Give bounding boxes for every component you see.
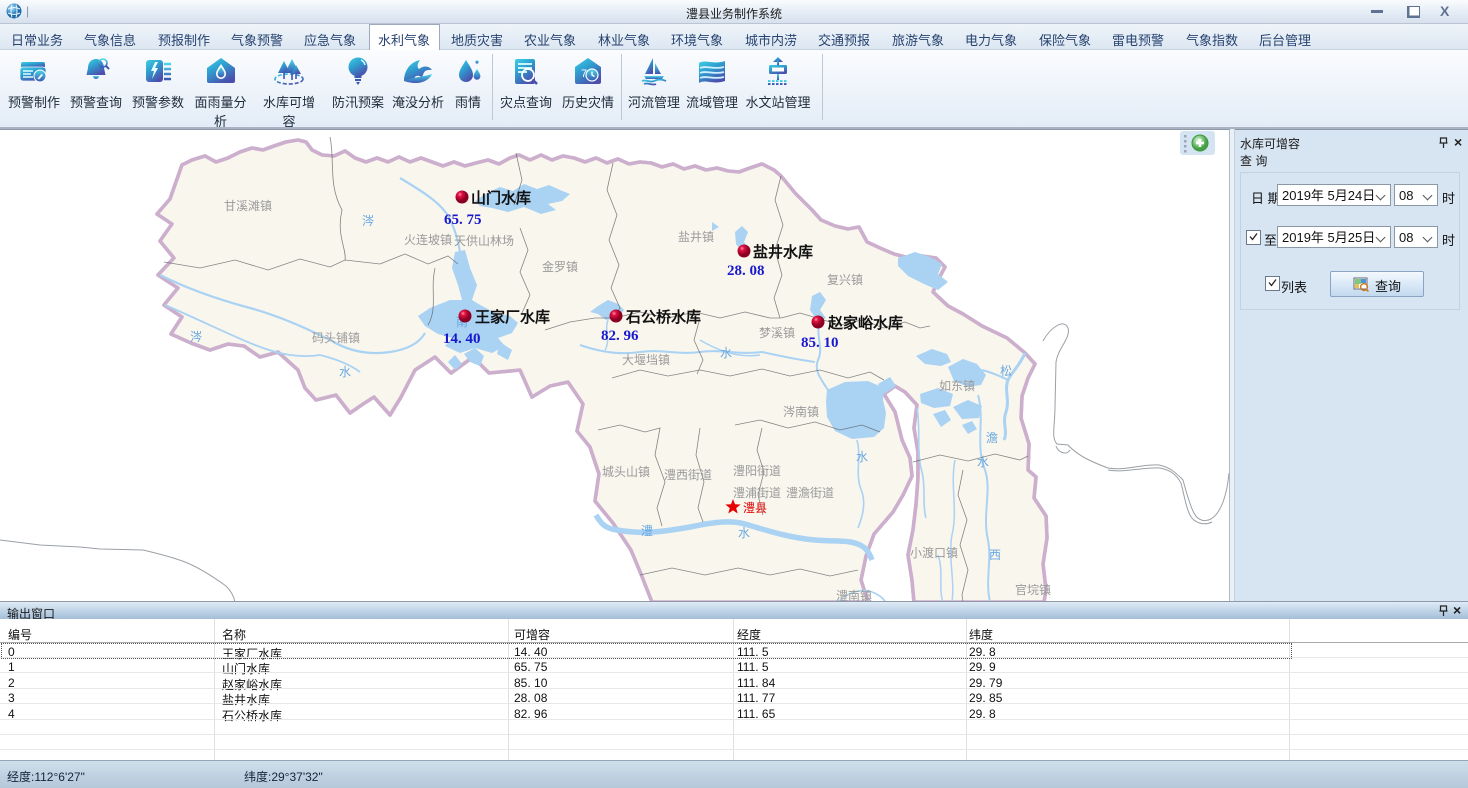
svg-text:水: 水 bbox=[339, 365, 351, 379]
svg-text:水: 水 bbox=[720, 346, 732, 360]
svg-text:小渡口镇: 小渡口镇 bbox=[910, 545, 958, 560]
svg-text:梦溪镇: 梦溪镇 bbox=[759, 326, 795, 340]
svg-text:涔南镇: 涔南镇 bbox=[783, 404, 819, 419]
svg-text:码头铺镇: 码头铺镇 bbox=[312, 331, 360, 345]
svg-text:甘溪滩镇: 甘溪滩镇 bbox=[224, 199, 272, 213]
svg-text:65. 75: 65. 75 bbox=[444, 212, 482, 228]
svg-text:复兴镇: 复兴镇 bbox=[827, 273, 863, 287]
svg-text:14. 40: 14. 40 bbox=[443, 331, 481, 347]
svg-text:涔: 涔 bbox=[190, 330, 202, 344]
svg-text:水: 水 bbox=[977, 455, 989, 469]
svg-text:澧: 澧 bbox=[641, 524, 653, 538]
svg-text:大堰垱镇: 大堰垱镇 bbox=[622, 353, 670, 367]
svg-text:赵家峪水库: 赵家峪水库 bbox=[827, 314, 903, 332]
svg-text:水: 水 bbox=[738, 526, 750, 540]
svg-text:澹: 澹 bbox=[986, 431, 998, 445]
svg-text:盐井水库: 盐井水库 bbox=[753, 243, 813, 261]
svg-text:澧阳街道: 澧阳街道 bbox=[733, 464, 781, 478]
svg-text:澧南镇: 澧南镇 bbox=[836, 588, 872, 602]
svg-text:水: 水 bbox=[856, 450, 868, 464]
svg-text:澧西街道: 澧西街道 bbox=[664, 468, 712, 482]
svg-text:28. 08: 28. 08 bbox=[727, 263, 765, 279]
svg-text:山门水库: 山门水库 bbox=[471, 189, 531, 207]
svg-text:石公桥水库: 石公桥水库 bbox=[625, 308, 701, 326]
svg-text:澧澹街道: 澧澹街道 bbox=[786, 486, 834, 500]
svg-text:火连坡镇: 火连坡镇 bbox=[404, 232, 452, 247]
svg-text:金罗镇: 金罗镇 bbox=[542, 259, 578, 274]
svg-text:官垸镇: 官垸镇 bbox=[1015, 582, 1051, 597]
svg-text:王家厂水库: 王家厂水库 bbox=[475, 308, 550, 326]
svg-text:盐井镇: 盐井镇 bbox=[678, 230, 714, 244]
svg-text:西: 西 bbox=[989, 548, 1001, 562]
svg-text:城头山镇: 城头山镇 bbox=[602, 465, 650, 479]
svg-text:82. 96: 82. 96 bbox=[601, 328, 639, 344]
svg-text:如东镇: 如东镇 bbox=[939, 378, 975, 393]
svg-text:澧县: 澧县 bbox=[743, 501, 767, 515]
svg-text:松: 松 bbox=[1000, 364, 1012, 378]
svg-text:85. 10: 85. 10 bbox=[801, 335, 839, 351]
svg-text:涔: 涔 bbox=[362, 214, 374, 228]
svg-text:天供山林场: 天供山林场 bbox=[454, 234, 514, 248]
svg-text:澧浦街道: 澧浦街道 bbox=[733, 486, 781, 500]
